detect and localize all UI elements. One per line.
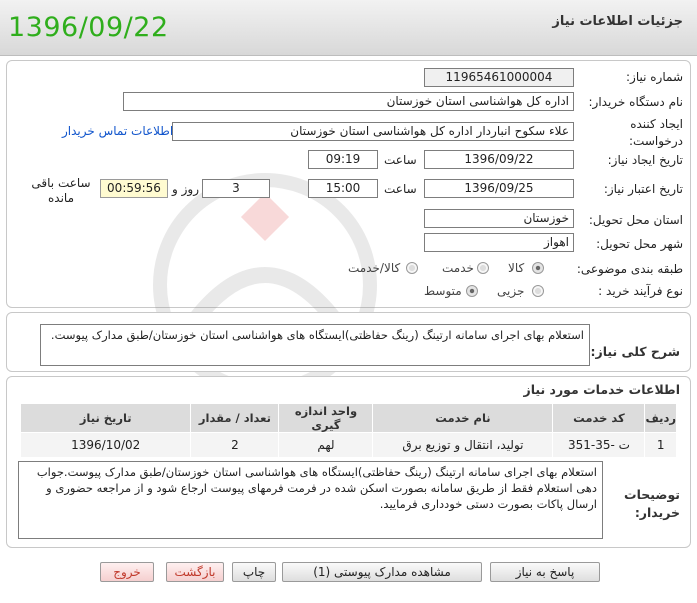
category-option-goods-service: کالا/خدمت [348,261,401,275]
services-table-header: ردیف کد خدمت نام خدمت واحد اندازه گیری ت… [19,403,677,433]
page-header: 1396/09/22 جزئیات اطلاعات نیاز [0,0,697,56]
cell-service-code: ت -35-351 [552,432,646,458]
process-radio-minor[interactable] [532,285,544,297]
cell-quantity: 2 [190,432,280,458]
remaining-time-field: 00:59:56 [100,179,168,198]
province-field: خوزستان [424,209,574,228]
city-field: اهواز [424,233,574,252]
days-label: روز و [172,182,199,196]
category-option-goods: کالا [508,261,525,275]
category-radio-goods[interactable] [532,262,544,274]
process-radio-medium[interactable] [466,285,478,297]
buyer-org-field: اداره کل هواشناسی استان خوزستان [123,92,574,111]
reply-button[interactable]: پاسخ به نیاز [490,562,600,582]
category-radio-service[interactable] [477,262,489,274]
col-quantity: تعداد / مقدار [190,403,280,433]
category-option-service: خدمت [442,261,474,275]
city-label: شهر محل تحویل: [596,237,683,251]
validity-date-label: تاریخ اعتبار نیاز: [603,182,683,196]
created-time-field: 09:19 [308,150,378,169]
col-service-code: کد خدمت [552,403,646,433]
summary-label: شرح کلی نیاز: [590,344,680,359]
view-attachments-button[interactable]: مشاهده مدارک پیوستی (1) [282,562,482,582]
created-date-label: تاریخ ایجاد نیاز: [607,153,683,167]
created-time-label: ساعت [384,153,417,167]
table-row: 1 ت -35-351 تولید، انتقال و توزیع برق له… [19,432,677,458]
category-label: طبقه بندی موضوعی: [576,262,683,276]
creator-label: ایجاد کننده درخواست: [629,117,683,148]
back-button[interactable]: بازگشت [166,562,224,582]
page-title: جزئیات اطلاعات نیاز [552,14,683,29]
validity-time-label: ساعت [384,182,417,196]
col-row: ردیف [644,403,677,433]
summary-text: استعلام بهای اجرای سامانه ارتینگ (رینگ ح… [40,324,590,366]
print-button[interactable]: چاپ [232,562,276,582]
validity-date-field: 1396/09/25 [424,179,574,198]
cell-unit: لهم [278,432,374,458]
days-field: 3 [202,179,270,198]
need-number-field: 11965461000004 [424,68,574,87]
cell-need-date: 1396/10/02 [19,432,192,458]
category-radio-goods-service[interactable] [406,262,418,274]
process-option-minor: جزیی [497,284,525,298]
need-number-label: شماره نیاز: [626,70,683,84]
buyer-notes-label: توضیحات خریدار: [624,487,680,520]
col-service-name: نام خدمت [372,403,554,433]
header-date: 1396/09/22 [8,12,169,43]
col-need-date: تاریخ نیاز [19,403,192,433]
buyer-org-label: نام دستگاه خریدار: [588,95,684,109]
creator-field: علاء سکوح انباردار اداره کل هواشناسی است… [172,122,574,141]
services-table: ردیف کد خدمت نام خدمت واحد اندازه گیری ت… [19,403,677,458]
exit-button[interactable]: خروج [100,562,154,582]
contact-buyer-link[interactable]: اطلاعات تماس خریدار [62,124,173,138]
process-option-medium: متوسط [424,284,462,298]
remaining-time-label: ساعت باقی مانده [31,176,91,205]
col-unit: واحد اندازه گیری [278,403,374,433]
process-label: نوع فرآیند خرید : [598,284,683,298]
cell-row: 1 [644,432,677,458]
buyer-notes-text: استعلام بهای اجرای سامانه ارتینگ (رینگ ح… [18,461,603,539]
services-title: اطلاعات خدمات مورد نیاز [523,382,681,397]
province-label: استان محل تحویل: [588,213,683,227]
cell-service-name: تولید، انتقال و توزیع برق [372,432,554,458]
validity-time-field: 15:00 [308,179,378,198]
created-date-field: 1396/09/22 [424,150,574,169]
